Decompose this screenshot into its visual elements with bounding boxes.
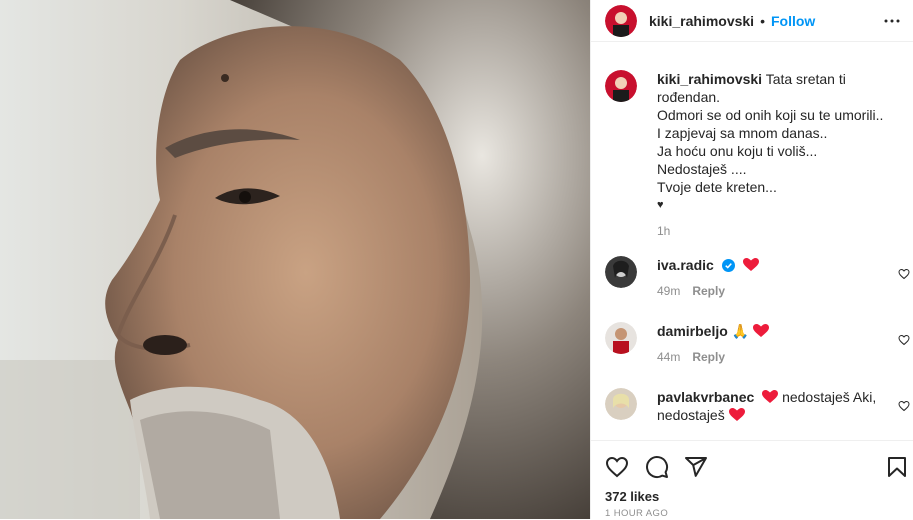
caption-line: Tvoje dete kreten... [657,179,777,195]
commenter-avatar[interactable] [605,388,637,420]
author-username[interactable]: kiki_rahimovski [649,13,754,29]
comment-meta: 49m Reply [657,282,897,300]
caption-line: Ja hoću onu koju ti voliš... [657,143,818,159]
red-heart-emoji-icon [762,390,779,403]
comment-body: nedostaješ Aki, [782,389,877,405]
caption-avatar[interactable] [605,70,637,102]
commenter-avatar[interactable] [605,322,637,354]
comment-like-icon[interactable] [898,400,910,412]
comment-text: damirbeljo 🙏 44m Reply [657,322,897,366]
save-bookmark-icon[interactable] [885,455,909,479]
pray-emoji-icon: 🙏 [731,323,750,339]
post-panel: kiki_rahimovski • Follow kiki_rahimovski… [590,0,913,519]
comment-username[interactable]: damirbeljo [657,323,728,339]
red-heart-emoji-icon [742,258,759,271]
caption-heart: ♥ [657,199,664,211]
caption-username[interactable]: kiki_rahimovski [657,71,762,87]
comment-item: damirbeljo 🙏 44m Reply [605,322,897,366]
comment-item: iva.radic 49m Reply [605,256,897,300]
comment-like-icon[interactable] [898,268,910,280]
comment-username[interactable]: iva.radic [657,257,714,273]
caption-time[interactable]: 1h [657,224,670,238]
comment-text: iva.radic 49m Reply [657,256,897,300]
red-heart-emoji-icon [753,324,770,337]
caption-line: Nedostaješ .... [657,161,747,177]
comment-icon[interactable] [645,455,669,479]
comment-username[interactable]: pavlakvrbanec [657,389,754,405]
comment-time[interactable]: 49m [657,284,680,298]
likes-count[interactable]: 372 likes [605,489,659,504]
caption-line: Odmori se od onih koji su te umorili.. [657,107,884,123]
reply-button[interactable]: Reply [692,284,725,298]
comment-text: pavlakvrbanec nedostaješ Aki, nedostaješ [657,388,897,424]
more-options-icon[interactable] [880,9,904,33]
caption: kiki_rahimovski Tata sretan ti rođendan.… [605,70,902,240]
action-bar: 372 likes 1 HOUR AGO [591,440,913,520]
caption-meta: 1h [657,222,902,240]
comments-list[interactable]: kiki_rahimovski Tata sretan ti rođendan.… [591,42,913,440]
post-time[interactable]: 1 HOUR AGO [605,508,668,519]
post-image[interactable] [0,0,590,519]
verified-badge-icon [721,259,735,272]
author-avatar[interactable] [605,4,637,37]
post-header: kiki_rahimovski • Follow [591,0,913,42]
caption-line: I zapjevaj sa mnom danas.. [657,125,828,141]
red-heart-emoji-icon [728,408,745,421]
comment-time[interactable]: 44m [657,350,680,364]
share-icon[interactable] [684,455,708,479]
comment-body: nedostaješ [657,406,897,424]
comment-like-icon[interactable] [898,334,910,346]
follow-button[interactable]: Follow [771,13,815,29]
caption-text: kiki_rahimovski Tata sretan ti rođendan.… [657,70,902,240]
separator-dot: • [760,12,765,29]
comment-meta: 44m Reply [657,348,897,366]
reply-button[interactable]: Reply [692,350,725,364]
like-heart-icon[interactable] [605,455,629,479]
comment-item: pavlakvrbanec nedostaješ Aki, nedostaješ [605,388,897,424]
commenter-avatar[interactable] [605,256,637,288]
